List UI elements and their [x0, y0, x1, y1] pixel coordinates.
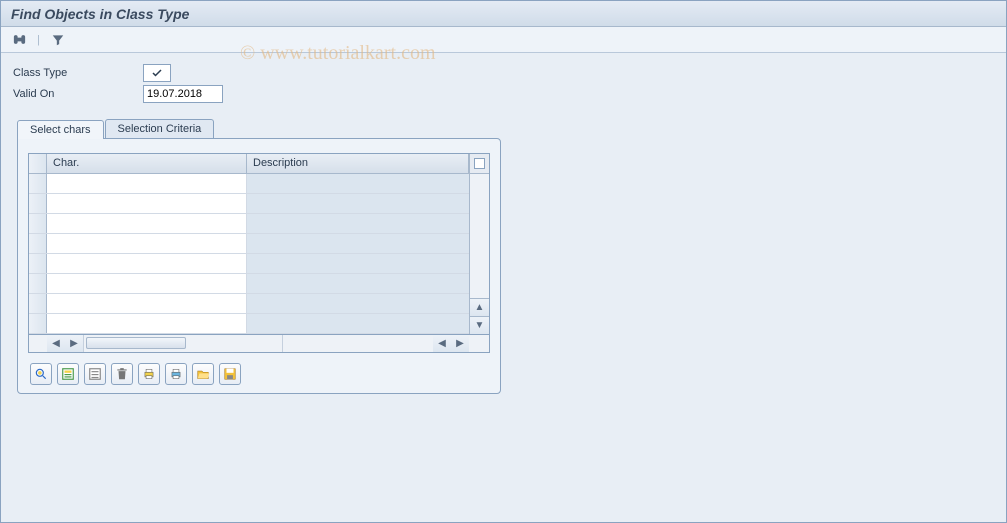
scroll-left2-icon[interactable]: ◀: [433, 335, 451, 352]
table-row[interactable]: [29, 294, 469, 314]
valid-on-input[interactable]: 19.07.2018: [143, 85, 223, 103]
valid-on-label: Valid On: [13, 88, 143, 100]
toolbar-separator: |: [37, 34, 40, 46]
row-handle[interactable]: [29, 274, 47, 293]
panel-body: Char. Description ▲ ▼: [17, 138, 501, 394]
class-type-label: Class Type: [13, 67, 143, 79]
grid-header: Char. Description: [29, 154, 469, 174]
open-button[interactable]: [192, 363, 214, 385]
corner-handle[interactable]: [29, 154, 47, 173]
row-handle[interactable]: [29, 294, 47, 313]
tab-strip: Select chars Selection Criteria: [17, 119, 501, 138]
scroll-right-icon[interactable]: ▶: [65, 335, 83, 352]
filter-icon[interactable]: [48, 30, 68, 50]
cell-char[interactable]: [47, 314, 247, 333]
table-row[interactable]: [29, 214, 469, 234]
tab-selection-criteria[interactable]: Selection Criteria: [105, 119, 215, 138]
horizontal-scrollbar[interactable]: ◀ ▶ ◀ ▶: [28, 335, 490, 353]
table-row[interactable]: [29, 194, 469, 214]
cell-desc: [247, 294, 469, 313]
select-all-button[interactable]: [57, 363, 79, 385]
cell-desc: [247, 254, 469, 273]
grid-body: [29, 174, 469, 334]
row-handle[interactable]: [29, 214, 47, 233]
vertical-scrollbar[interactable]: ▲ ▼: [469, 154, 489, 334]
find-button[interactable]: [30, 363, 52, 385]
save-button[interactable]: [219, 363, 241, 385]
col-header-description[interactable]: Description: [247, 154, 469, 173]
print-button[interactable]: [138, 363, 160, 385]
title-bar: Find Objects in Class Type: [1, 1, 1006, 27]
cell-char[interactable]: [47, 274, 247, 293]
cell-char[interactable]: [47, 234, 247, 253]
scroll-up-icon[interactable]: ▲: [470, 298, 489, 316]
print-preview-button[interactable]: [165, 363, 187, 385]
checkmark-icon: [151, 67, 163, 79]
table-row[interactable]: [29, 234, 469, 254]
cell-desc: [247, 234, 469, 253]
tab-select-chars[interactable]: Select chars: [17, 120, 104, 139]
scroll-thumb[interactable]: [86, 337, 186, 349]
select-all-checkbox[interactable]: [470, 154, 489, 174]
form-area: Class Type Valid On 19.07.2018: [1, 53, 1006, 119]
cell-char[interactable]: [47, 174, 247, 193]
action-toolbar: [28, 363, 490, 385]
page-title: Find Objects in Class Type: [11, 6, 189, 22]
row-class-type: Class Type: [13, 63, 994, 83]
col-header-char[interactable]: Char.: [47, 154, 247, 173]
scroll-track[interactable]: [470, 174, 489, 298]
cell-desc: [247, 174, 469, 193]
grid: Char. Description ▲ ▼: [28, 153, 490, 335]
tab-panel: Select chars Selection Criteria Char. De…: [17, 119, 501, 394]
row-handle[interactable]: [29, 254, 47, 273]
class-type-input[interactable]: [143, 64, 171, 82]
scroll-left-icon[interactable]: ◀: [47, 335, 65, 352]
table-row[interactable]: [29, 174, 469, 194]
app-toolbar: |: [1, 27, 1006, 53]
row-handle[interactable]: [29, 194, 47, 213]
table-row[interactable]: [29, 254, 469, 274]
table-row[interactable]: [29, 314, 469, 334]
row-handle[interactable]: [29, 314, 47, 333]
binoculars-icon[interactable]: [9, 30, 29, 50]
row-handle[interactable]: [29, 234, 47, 253]
cell-desc: [247, 314, 469, 333]
cell-char[interactable]: [47, 194, 247, 213]
cell-char[interactable]: [47, 254, 247, 273]
delete-button[interactable]: [111, 363, 133, 385]
cell-desc: [247, 214, 469, 233]
row-handle[interactable]: [29, 174, 47, 193]
cell-char[interactable]: [47, 214, 247, 233]
scroll-right2-icon[interactable]: ▶: [451, 335, 469, 352]
row-valid-on: Valid On 19.07.2018: [13, 84, 994, 104]
cell-desc: [247, 194, 469, 213]
scroll-down-icon[interactable]: ▼: [470, 316, 489, 334]
deselect-all-button[interactable]: [84, 363, 106, 385]
table-row[interactable]: [29, 274, 469, 294]
cell-char[interactable]: [47, 294, 247, 313]
cell-desc: [247, 274, 469, 293]
